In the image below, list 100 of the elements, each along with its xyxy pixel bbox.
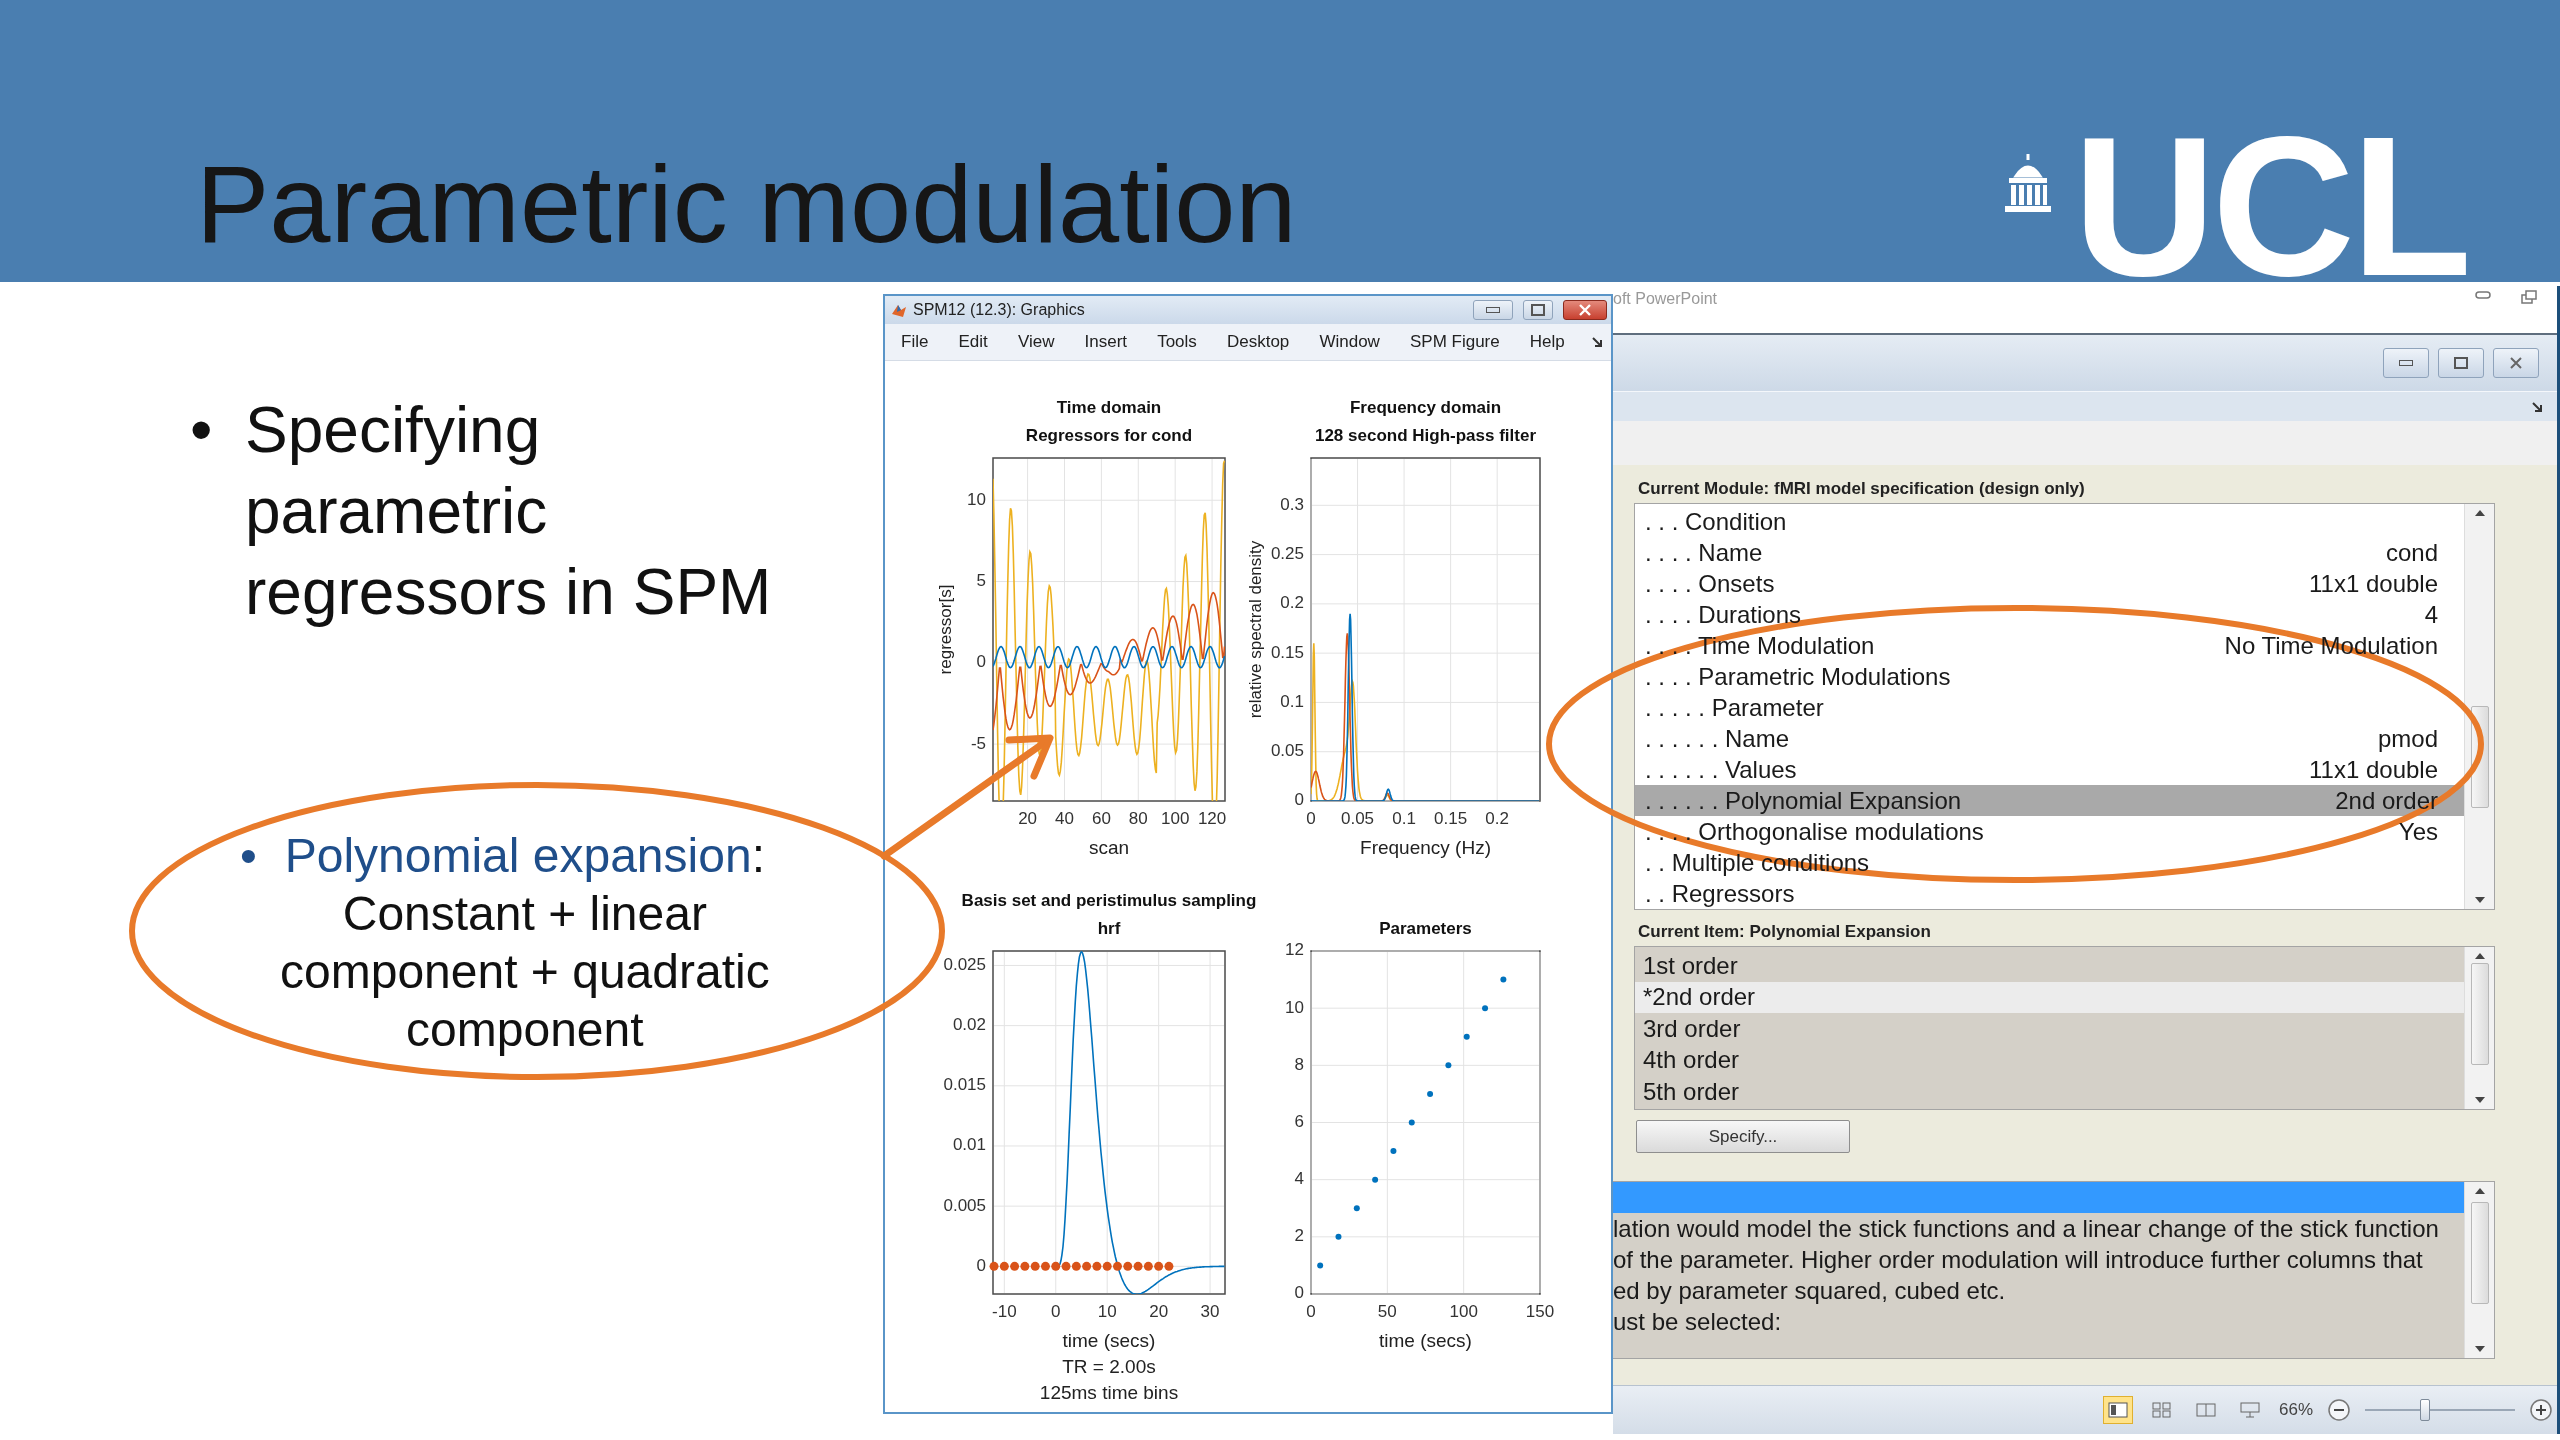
axis-label: time (secs) <box>1379 1330 1472 1351</box>
minimize-button[interactable] <box>1473 300 1513 320</box>
tick-label: 0.005 <box>943 1195 986 1215</box>
bullet-text: Specifying parametric regressors in SPM <box>245 393 772 630</box>
scroll-down-icon[interactable] <box>2474 1097 2485 1103</box>
tick-label: 12 <box>1285 940 1304 960</box>
menu-item[interactable]: SPM Figure <box>1405 330 1504 354</box>
tree-row[interactable]: . . Regressors <box>1635 878 2464 909</box>
help-text: of the parameter. Higher order modulation will introduce further columns that <box>1613 1245 2424 1275</box>
scrollbar[interactable] <box>2464 947 2494 1109</box>
chart-title: Regressors for cond <box>1025 426 1193 446</box>
minimize-icon[interactable] <box>2475 290 2491 300</box>
tick-label: 10 <box>967 489 986 509</box>
menu-item[interactable]: Insert <box>1080 330 1132 354</box>
tick-label: 20 <box>1018 809 1038 829</box>
scroll-thumb[interactable] <box>2470 1202 2489 1304</box>
tick-label: 8 <box>1294 1054 1304 1074</box>
specify-button[interactable]: Specify... <box>1636 1120 1850 1153</box>
tick-label: -10 <box>992 1302 1017 1322</box>
slide-title: Parametric modulation <box>196 141 1297 267</box>
tick-label: 5 <box>976 571 986 591</box>
tree-row[interactable]: . . . . Parametric Modulations <box>1635 661 2464 693</box>
tree-row[interactable]: . . . . Durations 4 <box>1635 599 2464 631</box>
maximize-button[interactable] <box>1523 300 1553 320</box>
tree-row[interactable]: . . . . . . Polynomial Expansion 2nd order <box>1635 785 2464 817</box>
data-point <box>1500 976 1507 983</box>
scroll-up-icon[interactable] <box>2474 1188 2485 1194</box>
dock-arrow-icon[interactable] <box>1590 336 1603 348</box>
close-button[interactable] <box>1563 300 1607 320</box>
scroll-down-icon[interactable] <box>2474 1346 2485 1352</box>
menu-item[interactable]: File <box>897 330 933 354</box>
bullet-marker: • <box>190 393 214 468</box>
tick-label: 50 <box>1377 1302 1397 1322</box>
tree-row[interactable]: . . . Condition <box>1635 507 2464 538</box>
close-button[interactable] <box>2493 348 2539 378</box>
tick-label: 6 <box>1294 1112 1304 1131</box>
menu-item[interactable]: Tools <box>1153 330 1201 354</box>
tick-label: 0.25 <box>1270 544 1304 564</box>
normal-view-icon[interactable] <box>2102 1396 2133 1424</box>
scroll-up-icon[interactable] <box>2474 510 2485 516</box>
scrollbar[interactable] <box>2464 504 2494 909</box>
menu-item[interactable]: Window <box>1315 330 1384 354</box>
data-point <box>1372 1176 1379 1183</box>
option-item[interactable]: 1st order <box>1635 950 2464 982</box>
chart-title: Basis set and peristimulus sampling <box>961 891 1257 911</box>
tick-label: 150 <box>1525 1302 1555 1322</box>
tree-row[interactable]: . . . . . . Values 11x1 double <box>1635 754 2464 786</box>
option-item[interactable]: 4th order <box>1635 1044 2464 1076</box>
help-text: ust be selected: <box>1613 1307 1783 1337</box>
scrollbar[interactable] <box>2464 1182 2494 1358</box>
data-point <box>1390 1148 1397 1155</box>
tick-label: 0.15 <box>1270 642 1304 662</box>
tick-label: 0.2 <box>1485 809 1509 829</box>
tick-label: 0.05 <box>1341 809 1375 829</box>
menu-item[interactable]: View <box>1013 330 1059 354</box>
tick-label: 60 <box>1091 809 1111 829</box>
option-item[interactable]: 5th order <box>1635 1076 2464 1108</box>
dock-arrow-icon[interactable] <box>2531 400 2543 413</box>
tick-label: 0.015 <box>943 1075 986 1095</box>
restore-icon[interactable] <box>2521 290 2537 304</box>
zoom-out-icon[interactable] <box>2327 1398 2351 1422</box>
menu-item[interactable]: Edit <box>954 330 992 354</box>
scroll-up-icon[interactable] <box>2474 953 2485 959</box>
tick-label: 30 <box>1200 1302 1220 1322</box>
tick-label: 0 <box>1294 1283 1304 1303</box>
axis-label: time (secs) <box>1062 1330 1156 1351</box>
tick-label: 120 <box>1197 809 1227 829</box>
data-point <box>1335 1233 1342 1240</box>
option-item[interactable]: *2nd order <box>1635 981 2464 1013</box>
option-item[interactable]: 3rd order <box>1635 1013 2464 1045</box>
slider-thumb[interactable] <box>2420 1399 2430 1421</box>
tick-label: 0.3 <box>1280 494 1304 514</box>
minimize-button[interactable] <box>2383 348 2429 378</box>
tree-row[interactable]: . . . . Orthogonalise modulations Yes <box>1635 816 2464 848</box>
zoom-level: 66% <box>2278 1400 2313 1420</box>
tick-label: 20 <box>1149 1302 1169 1322</box>
tick-label: 0 <box>1306 1302 1316 1322</box>
tree-row[interactable]: . . . . Onsets 11x1 double <box>1635 568 2464 600</box>
window-title: SPM12 (12.3): Graphics <box>913 301 1086 319</box>
tree-row[interactable]: . . . . Name cond <box>1635 537 2464 569</box>
tree-row[interactable]: . . . . . Parameter <box>1635 692 2464 724</box>
zoom-in-icon[interactable] <box>2529 1398 2553 1422</box>
data-point <box>1408 1119 1415 1126</box>
tick-label: 0 <box>976 652 986 672</box>
axis-label: Frequency (Hz) <box>1360 837 1491 858</box>
scroll-down-icon[interactable] <box>2474 897 2485 903</box>
tick-label: 0.15 <box>1434 809 1468 829</box>
menu-item[interactable]: Desktop <box>1222 330 1294 354</box>
close-icon[interactable] <box>2510 357 2522 369</box>
scroll-thumb[interactable] <box>2470 963 2489 1065</box>
data-point <box>1482 1005 1489 1012</box>
tick-label: 4 <box>1294 1169 1304 1189</box>
tick-label: 2 <box>1294 1226 1304 1246</box>
callout-text: Polynomial expansion: Constant + linear component + quadratic component <box>280 828 770 1058</box>
maximize-button[interactable] <box>2438 348 2484 378</box>
axis-label: relative spectral density <box>1246 540 1266 719</box>
chart-title: 128 second High-pass filter <box>1314 426 1537 446</box>
menu-item[interactable]: Help <box>1525 330 1569 354</box>
tree-row[interactable]: . . . . . . Name pmod <box>1635 723 2464 755</box>
tick-label: -5 <box>970 733 986 753</box>
